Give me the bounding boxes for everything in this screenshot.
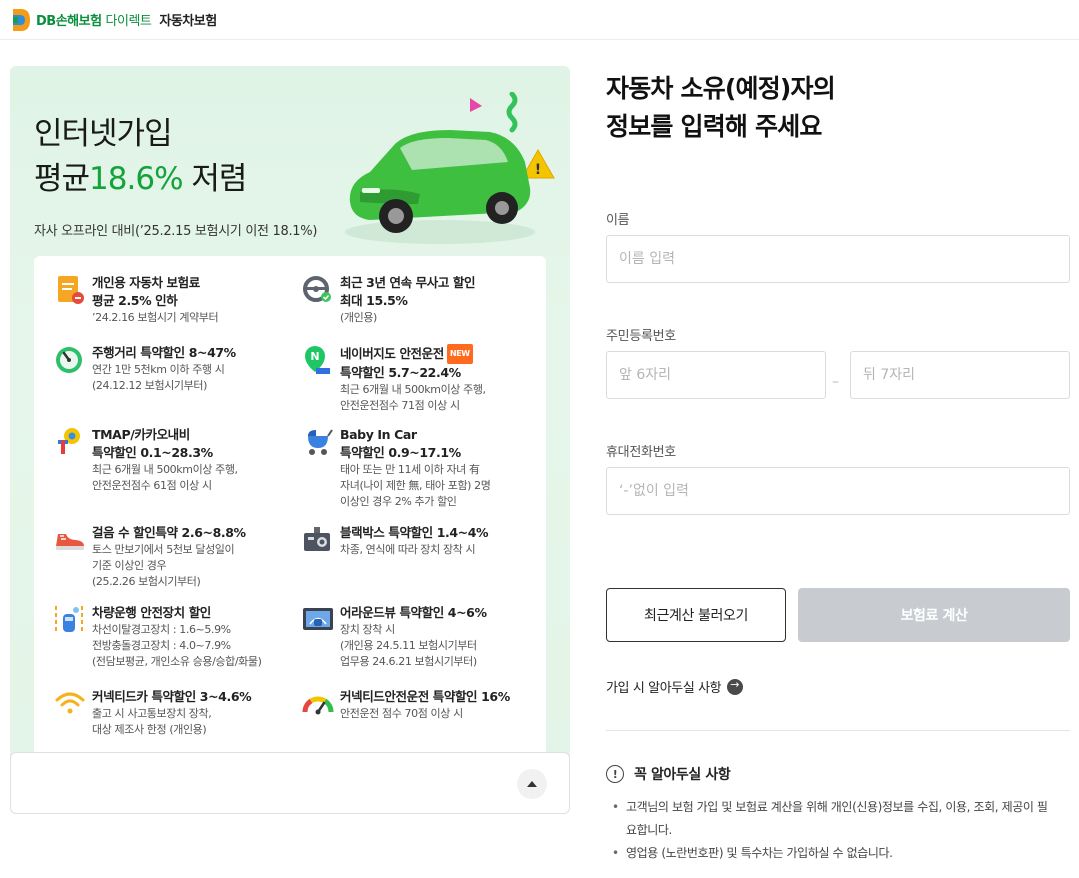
benefit-description: 대상 제조사 한정 (개인용) — [92, 723, 207, 736]
benefit-description: ’24.2.16 보험시기 계약부터 — [92, 311, 219, 324]
notice-link-label: 가입 시 알아두실 사항 — [606, 681, 722, 696]
steering-wheel-icon — [303, 276, 331, 302]
document-icon — [58, 276, 84, 304]
benefit-title: 커넥티드안전운전 특약할인 16% — [340, 689, 510, 704]
benefit-description: 장치 장착 시 — [340, 623, 395, 636]
svg-text:!: ! — [535, 162, 541, 178]
benefit-subtitle: 특약할인 0.9~17.1% — [340, 445, 461, 460]
benefits-list: 개인용 자동차 보험료 평균 2.5% 인하 ’24.2.16 보험시기 계약부터 … — [34, 256, 546, 756]
benefit-description: (개인용) — [340, 311, 377, 324]
rrn-label: 주민등록번호 — [606, 329, 676, 344]
name-input[interactable] — [606, 235, 1070, 283]
benefit-description: (개인용 24.5.11 보험시기부터 — [340, 639, 477, 652]
benefit-description: 차선이탈경고장치 : 1.6~5.9% — [92, 623, 231, 636]
navigation-icon — [58, 428, 80, 454]
must-know-list: 고객님의 보험 가입 및 보험료 계산을 위해 개인(신용)정보를 수집, 이용… — [612, 796, 1052, 865]
svg-text:N: N — [310, 350, 319, 363]
benefit-title: 최근 3년 연속 무사고 할인 — [340, 275, 476, 290]
dashcam-icon — [304, 527, 330, 551]
benefit-description: 최근 6개월 내 500km이상 주행, — [92, 463, 238, 476]
benefit-description: 토스 만보기에서 5천보 달성일이 — [92, 543, 235, 556]
rrn-separator: – — [832, 374, 839, 390]
benefit-title: 주행거리 특약할인 8~47% — [92, 345, 236, 360]
benefit-description: (전담보평균, 개인소유 승용/승합/화물) — [92, 655, 262, 668]
benefit-title: 개인용 자동차 보험료 — [92, 275, 200, 290]
top-header: DB손해보험 다이렉트 자동차보험 — [0, 0, 1079, 40]
load-recent-button[interactable]: 최근계산 불러오기 — [606, 588, 786, 642]
benefit-title: 블랙박스 특약할인 1.4~4% — [340, 525, 489, 540]
notice-link[interactable]: 가입 시 알아두실 사항 — [606, 677, 744, 696]
db-logo-icon[interactable] — [10, 7, 32, 33]
benefit-title: 차량운행 안전장치 할인 — [92, 605, 211, 620]
benefit-description: 안전운전 점수 70점 이상 시 — [340, 707, 463, 720]
naver-map-icon: N — [305, 346, 330, 374]
exclamation-icon: ! — [606, 765, 624, 783]
promo-description: 자사 오프라인 대비(’25.2.15 보험시기 이전 18.1%) — [34, 224, 318, 239]
name-label: 이름 — [606, 213, 630, 228]
arrow-right-icon — [727, 678, 744, 695]
benefit-title: TMAP/카카오내비 — [92, 427, 190, 442]
benefit-description: 기준 이상인 경우 — [92, 559, 167, 572]
wifi-icon — [55, 692, 85, 714]
benefit-description: 차종, 연식에 따라 장치 장착 시 — [340, 543, 476, 556]
brand-name[interactable]: DB손해보험 다이렉트 — [36, 10, 152, 29]
benefit-description: 태아 또는 만 11세 이하 자녀 有 — [340, 463, 480, 476]
benefit-title: 네이버지도 안전운전 — [340, 346, 444, 361]
benefit-description: 연간 1만 5천km 이하 주행 시 — [92, 363, 225, 376]
benefit-title: Baby In Car — [340, 427, 417, 442]
green-car-illustration: ! — [345, 92, 555, 244]
benefit-description: 이상인 경우 2% 추가 할인 — [340, 495, 457, 508]
scroll-up-icon[interactable] — [517, 769, 547, 799]
list-item: 고객님의 보험 가입 및 보험료 계산을 위해 개인(신용)정보를 수집, 이용… — [612, 796, 1052, 842]
benefit-subtitle: 특약할인 0.1~28.3% — [92, 445, 213, 460]
rrn-front-input[interactable] — [606, 351, 826, 399]
calculate-premium-button[interactable]: 보험료 계산 — [798, 588, 1070, 642]
benefit-description: 자녀(나이 제한 無, 태아 포함) 2명 — [340, 479, 491, 492]
benefit-description: 전방충돌경고장치 : 4.0~7.9% — [92, 639, 231, 652]
product-name: 자동차보험 — [159, 14, 217, 29]
divider — [606, 730, 1070, 731]
stroller-icon — [308, 429, 333, 455]
benefit-description: 최근 6개월 내 500km이상 주행, — [340, 383, 486, 396]
rrn-back-input[interactable] — [850, 351, 1070, 399]
promo-panel: 인터넷가입 평균18.6% 저렴 자사 오프라인 대비(’25.2.15 보험시… — [10, 66, 570, 766]
form-title: 자동차 소유(예정)자의 정보를 입력해 주세요 — [606, 74, 836, 141]
benefit-title: 걸음 수 할인특약 2.6~8.8% — [92, 525, 246, 540]
benefit-description: 안전운전점수 61점 이상 시 — [92, 479, 212, 492]
lane-warning-icon — [55, 606, 83, 634]
promo-title: 인터넷가입 평균18.6% 저렴 — [34, 116, 247, 197]
benefit-subtitle: 평균 2.5% 인하 — [92, 293, 178, 308]
collapse-panel — [10, 752, 570, 814]
benefit-subtitle: 특약할인 5.7~22.4% — [340, 365, 461, 380]
must-know-heading: ! 꼭 알아두실 사항 — [606, 764, 731, 784]
gauge-icon — [56, 347, 82, 373]
benefit-description: 출고 시 사고통보장치 장착, — [92, 707, 212, 720]
new-badge: NEW — [446, 344, 473, 364]
benefit-subtitle: 최대 15.5% — [340, 293, 408, 308]
phone-label: 휴대전화번호 — [606, 445, 676, 460]
benefit-description: 업무용 24.6.21 보험시기부터) — [340, 655, 477, 668]
benefit-description: 안전운전점수 71점 이상 시 — [340, 399, 460, 412]
benefit-description: (25.2.26 보험시기부터) — [92, 575, 201, 588]
benefit-title: 어라운드뷰 특약할인 4~6% — [340, 605, 487, 620]
benefit-title: 커넥티드카 특약할인 3~4.6% — [92, 689, 252, 704]
around-view-icon — [303, 608, 333, 630]
phone-input[interactable] — [606, 467, 1070, 515]
sneaker-icon — [56, 534, 84, 550]
score-gauge-icon — [302, 696, 334, 715]
benefit-description: (24.12.12 보험시기부터) — [92, 379, 207, 392]
list-item: 영업용 (노란번호판) 및 특수차는 가입하실 수 없습니다. — [612, 842, 1052, 865]
